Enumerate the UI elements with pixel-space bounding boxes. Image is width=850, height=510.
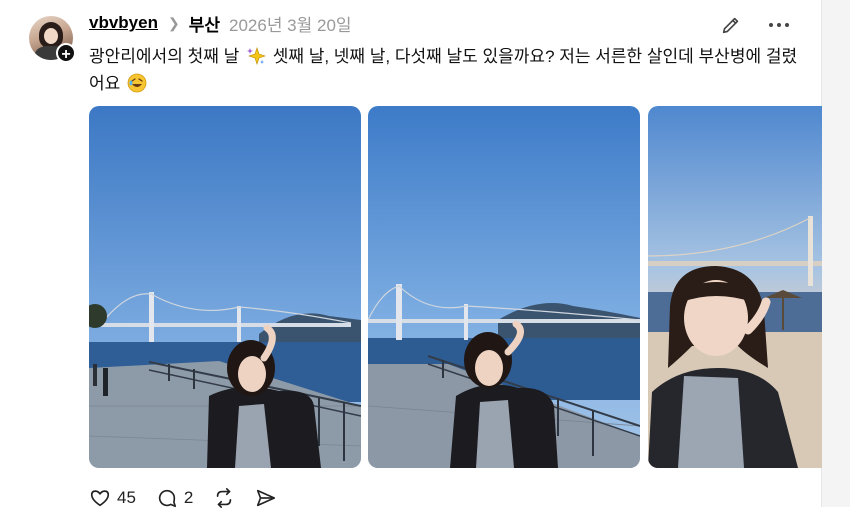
- share-button[interactable]: [255, 487, 277, 509]
- post-card: + vbvbyen ❯ 부산 2026년 3월 20일 광안리에서의 첫째 날 …: [0, 0, 822, 510]
- comment-icon: [158, 489, 176, 508]
- like-count: 45: [117, 488, 136, 507]
- post-actions: 45 2: [89, 486, 297, 510]
- post-caption: 광안리에서의 첫째 날 셋째 날, 넷째 날, 다섯째 날도 있을까요? 저는 …: [89, 43, 804, 97]
- repost-icon: [217, 488, 232, 508]
- post-header: vbvbyen ❯ 부산 2026년 3월 20일: [89, 11, 352, 35]
- caption-text-1: 광안리에서의 첫째 날: [89, 47, 240, 66]
- topic-link[interactable]: 부산: [189, 11, 220, 36]
- post-photo-3[interactable]: [648, 106, 822, 468]
- scroll-gutter: [821, 0, 850, 507]
- heart-icon: [90, 490, 110, 507]
- repost-button[interactable]: [213, 487, 235, 509]
- sparkles-emoji: [246, 47, 266, 65]
- rolling-laugh-emoji: [127, 73, 147, 93]
- post-timestamp: 2026년 3월 20일: [229, 15, 352, 35]
- post-photo-2[interactable]: [368, 106, 640, 468]
- username-link[interactable]: vbvbyen: [89, 13, 158, 33]
- comment-button[interactable]: 2: [156, 487, 193, 509]
- follow-button[interactable]: +: [56, 43, 76, 63]
- comment-count: 2: [183, 488, 194, 507]
- more-horizontal-icon[interactable]: [766, 14, 792, 36]
- post-photo-1[interactable]: [89, 106, 361, 468]
- like-button[interactable]: 45: [89, 487, 136, 509]
- chevron-right-icon: ❯: [167, 14, 180, 31]
- share-icon: [257, 489, 276, 507]
- pencil-icon[interactable]: [720, 14, 742, 36]
